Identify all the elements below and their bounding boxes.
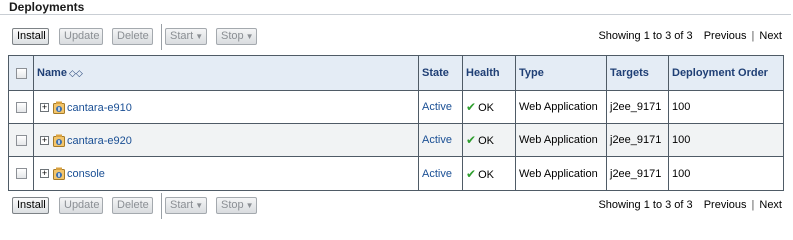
previous-link[interactable]: Previous	[704, 199, 747, 211]
column-header-health[interactable]: Health	[462, 55, 516, 91]
install-button[interactable]: Install	[12, 197, 49, 214]
next-link[interactable]: Next	[759, 30, 782, 42]
select-all-checkbox[interactable]	[15, 67, 27, 79]
targets-cell: j2ee_9171	[606, 156, 669, 191]
type-cell: Web Application	[515, 123, 607, 157]
checkmark-icon: ✔	[466, 133, 477, 147]
deployment-order-cell: 100	[668, 156, 784, 191]
application-icon	[53, 101, 65, 114]
table-header-row: Name ◇◇ State Health Type Targets Deploym…	[8, 55, 784, 91]
start-dropdown-button[interactable]: Start ▼	[165, 197, 207, 214]
delete-button[interactable]: Delete	[112, 28, 153, 45]
health-cell: ✔ OK	[462, 90, 516, 124]
pagination-summary: Showing 1 to 3 of 3	[598, 199, 693, 211]
pagination: Showing 1 to 3 of 3 Previous | Next	[598, 199, 782, 211]
deployment-order-cell: 100	[668, 90, 784, 124]
page-title: Deployments	[0, 0, 791, 15]
deployments-table: Name ◇◇ State Health Type Targets Deploym…	[8, 55, 784, 191]
deployment-name-link[interactable]: cantara-e920	[67, 135, 132, 147]
delete-button[interactable]: Delete	[112, 197, 153, 214]
checkmark-icon: ✔	[466, 166, 477, 181]
column-header-type[interactable]: Type	[515, 55, 607, 91]
type-cell: Web Application	[515, 156, 607, 191]
start-label: Start	[170, 30, 194, 42]
expand-plus-icon[interactable]: +	[40, 135, 49, 145]
column-header-targets[interactable]: Targets	[606, 55, 669, 91]
deployment-name-link[interactable]: console	[67, 168, 105, 180]
health-label: OK	[478, 102, 494, 114]
chevron-down-icon: ▼	[245, 32, 254, 41]
next-link[interactable]: Next	[759, 199, 782, 211]
start-label: Start	[170, 199, 194, 211]
row-select-cell	[8, 123, 34, 157]
column-header-deployment-order[interactable]: Deployment Order	[668, 55, 784, 91]
stop-dropdown-button[interactable]: Stop ▼	[216, 197, 257, 214]
state-cell: Active	[418, 156, 463, 191]
checkmark-icon: ✔	[466, 100, 477, 114]
health-cell: ✔ OK	[462, 123, 516, 157]
previous-link[interactable]: Previous	[704, 30, 747, 42]
targets-cell: j2ee_9171	[606, 90, 669, 124]
type-cell: Web Application	[515, 90, 607, 124]
pager-separator: |	[751, 30, 755, 42]
toolbar-divider	[161, 193, 162, 219]
row-select-cell	[8, 156, 34, 191]
name-cell: + console	[33, 156, 419, 191]
health-label: OK	[478, 168, 494, 181]
application-icon	[53, 167, 65, 180]
row-select-cell	[8, 90, 34, 124]
update-button[interactable]: Update	[59, 197, 103, 214]
chevron-down-icon: ▼	[195, 201, 204, 210]
table-row: + cantara-e920 Active ✔ OK Web Application…	[8, 123, 784, 157]
start-dropdown-button[interactable]: Start ▼	[165, 28, 207, 45]
expand-plus-icon[interactable]: +	[40, 169, 49, 178]
pagination-summary: Showing 1 to 3 of 3	[598, 30, 693, 42]
pagination: Showing 1 to 3 of 3 Previous | Next	[598, 30, 782, 42]
toolbar-divider	[161, 24, 162, 50]
deployment-order-cell: 100	[668, 123, 784, 157]
chevron-down-icon: ▼	[195, 32, 204, 41]
expand-plus-icon[interactable]: +	[40, 102, 49, 112]
install-button[interactable]: Install	[12, 28, 49, 45]
table-row: + console Active ✔ OK Web Application j2ee…	[8, 156, 784, 191]
application-icon	[53, 134, 65, 147]
column-header-state[interactable]: State	[418, 55, 463, 91]
health-cell: ✔ OK	[462, 156, 516, 191]
name-header-label: Name	[37, 67, 67, 79]
row-checkbox[interactable]	[15, 134, 27, 146]
name-cell: + cantara-e920	[33, 123, 419, 157]
bottom-toolbar: Install Update Delete Start ▼ Stop ▼ Showi…	[8, 193, 790, 219]
health-label: OK	[478, 135, 494, 147]
deployment-name-link[interactable]: cantara-e910	[67, 102, 132, 114]
state-cell: Active	[418, 123, 463, 157]
row-checkbox[interactable]	[15, 101, 27, 113]
chevron-down-icon: ▼	[245, 201, 254, 210]
select-all-cell	[8, 55, 34, 91]
sort-ascending-icon: ◇◇	[68, 68, 83, 78]
table-row: + cantara-e910 Active ✔ OK Web Application…	[8, 90, 784, 124]
update-button[interactable]: Update	[59, 28, 103, 45]
stop-label: Stop	[221, 30, 244, 42]
pager-separator: |	[751, 199, 755, 211]
stop-dropdown-button[interactable]: Stop ▼	[216, 28, 257, 45]
row-checkbox[interactable]	[15, 168, 27, 180]
targets-cell: j2ee_9171	[606, 123, 669, 157]
column-header-name[interactable]: Name ◇◇	[33, 55, 419, 91]
stop-label: Stop	[221, 199, 244, 211]
top-toolbar: Install Update Delete Start ▼ Stop ▼ Showi…	[8, 24, 790, 50]
state-cell: Active	[418, 90, 463, 124]
name-cell: + cantara-e910	[33, 90, 419, 124]
